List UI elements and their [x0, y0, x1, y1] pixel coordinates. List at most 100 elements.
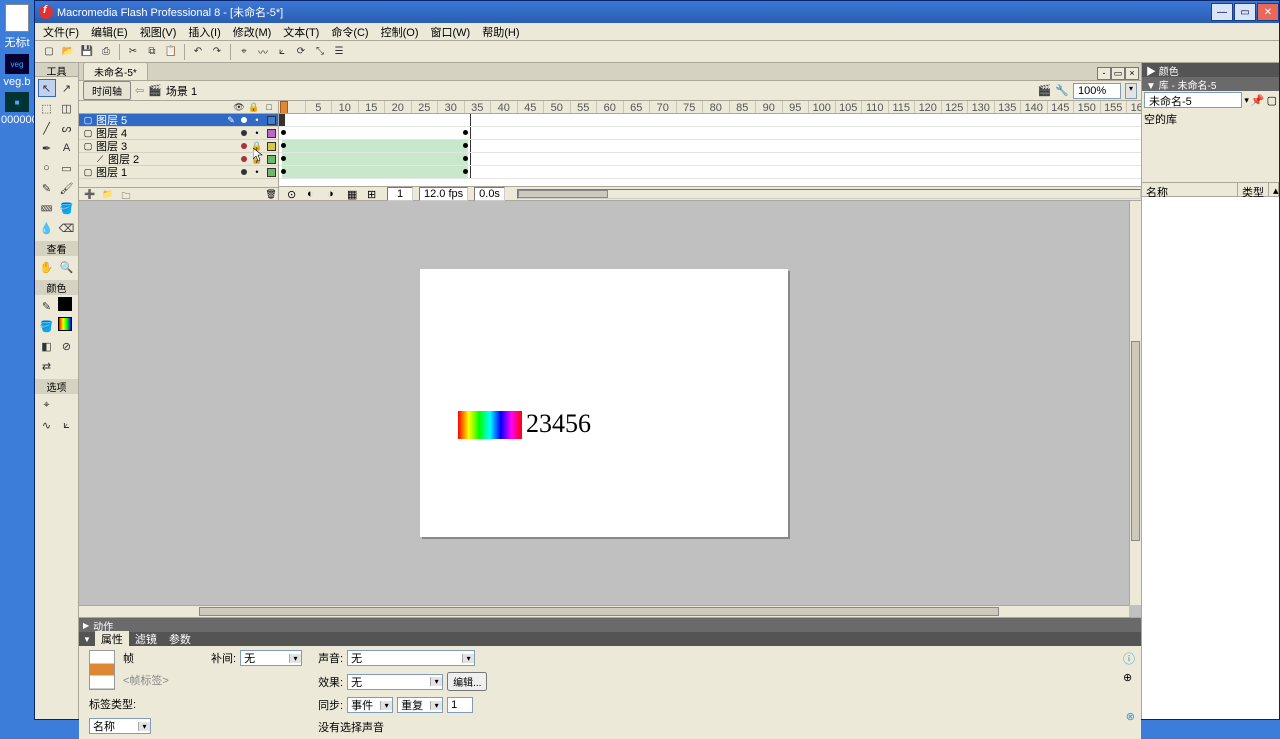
hand-tool[interactable]: ✋	[38, 258, 56, 276]
desktop-file-icon[interactable]: 无标t	[1, 4, 33, 50]
print-button[interactable]: ⎙	[98, 44, 114, 60]
playhead[interactable]	[280, 101, 288, 114]
zoom-combo[interactable]: 100%	[1073, 83, 1121, 99]
tag-type-combo[interactable]: 名称▾	[89, 718, 151, 734]
scale-button[interactable]: ⤡	[312, 44, 328, 60]
track-2[interactable]	[279, 140, 1141, 153]
menu-commands[interactable]: 命令(C)	[327, 23, 372, 41]
zoom-dropdown[interactable]: ▾	[1125, 83, 1137, 99]
pen-tool[interactable]: ✒	[38, 139, 56, 157]
rotate-button[interactable]: ⟳	[293, 44, 309, 60]
snap-option[interactable]: ⌖	[38, 396, 56, 414]
sync-combo[interactable]: 事件▾	[347, 697, 393, 713]
add-guide-button[interactable]: 📁	[101, 189, 115, 200]
library-col-type[interactable]: 类型	[1238, 183, 1269, 196]
desktop-thumb-icon[interactable]: vegveg.b	[1, 54, 33, 88]
menu-insert[interactable]: 插入(I)	[184, 23, 224, 41]
zoom-tool[interactable]: 🔍	[58, 258, 76, 276]
save-button[interactable]: 💾	[79, 44, 95, 60]
edit-symbol-icon[interactable]: 🔧	[1055, 84, 1069, 97]
menu-help[interactable]: 帮助(H)	[478, 23, 523, 41]
effect-combo[interactable]: 无▾	[347, 674, 443, 690]
modify-markers-button[interactable]: ⊞	[367, 188, 381, 200]
titlebar[interactable]: Macromedia Flash Professional 8 - [未命名-5…	[35, 1, 1279, 23]
pencil-tool[interactable]: ✎	[38, 179, 56, 197]
onion-skin-button[interactable]: ◐	[307, 188, 321, 200]
rainbow-rectangle[interactable]	[458, 411, 522, 439]
sound-combo[interactable]: 无▾	[347, 650, 475, 666]
new-button[interactable]: ▢	[41, 44, 57, 60]
help-icon[interactable]: ⓘ	[1123, 650, 1135, 667]
paste-button[interactable]: 📋	[163, 44, 179, 60]
eyedropper-tool[interactable]: 💧	[38, 219, 56, 237]
paint-bucket-tool[interactable]: 🪣	[58, 199, 76, 217]
default-colors-button[interactable]: ◧	[38, 337, 56, 355]
onion-outline-button[interactable]: ◑	[327, 188, 341, 200]
insert-layer-button[interactable]: ➕	[83, 189, 97, 200]
menu-edit[interactable]: 编辑(E)	[87, 23, 132, 41]
rectangle-tool[interactable]: ▭	[58, 159, 76, 177]
menu-view[interactable]: 视图(V)	[136, 23, 181, 41]
menu-file[interactable]: 文件(F)	[39, 23, 83, 41]
selection-tool[interactable]: ↖	[38, 79, 56, 97]
undo-button[interactable]: ↶	[190, 44, 206, 60]
timeline-ruler[interactable]: 5101520253035404550556065707580859095100…	[279, 101, 1141, 114]
lasso-tool[interactable]: ᔕ	[58, 119, 76, 137]
library-doc-combo[interactable]: 未命名-5	[1144, 92, 1242, 108]
copy-button[interactable]: ⧉	[144, 44, 160, 60]
redo-button[interactable]: ↷	[209, 44, 225, 60]
stage[interactable]: 23456	[420, 269, 788, 537]
no-color-button[interactable]: ⊘	[58, 337, 76, 355]
track-1[interactable]	[279, 127, 1141, 140]
fill-color-swatch[interactable]	[58, 317, 72, 331]
repeat-count-input[interactable]: 1	[447, 697, 473, 713]
center-frame-button[interactable]: ⊙	[287, 188, 301, 200]
document-tab[interactable]: 未命名-5*	[83, 62, 148, 80]
effect-edit-button[interactable]: 编辑...	[447, 672, 487, 691]
timeline-toggle-button[interactable]: 时间轴	[83, 81, 131, 100]
option-2[interactable]	[58, 396, 76, 414]
tab-filters[interactable]: 滤镜	[129, 631, 163, 647]
oval-tool[interactable]: ○	[38, 159, 56, 177]
track-0[interactable]	[279, 114, 1141, 127]
gradient-transform-tool[interactable]: ◫	[58, 99, 76, 117]
swap-colors-button[interactable]: ⇄	[38, 357, 56, 375]
align-button[interactable]: ☰	[331, 44, 347, 60]
close-button[interactable]: ✕	[1257, 3, 1279, 21]
stage-hscroll[interactable]	[79, 605, 1129, 617]
snap-button[interactable]: ⌖	[236, 44, 252, 60]
tab-properties[interactable]: 属性	[95, 631, 129, 647]
tween-combo[interactable]: 无▾	[240, 650, 302, 666]
new-library-icon[interactable]: ▢	[1267, 94, 1277, 107]
desktop-thumb2-icon[interactable]: ■000000	[1, 92, 33, 126]
smooth-button[interactable]: 〰	[255, 44, 271, 60]
expand-icon[interactable]: ⊕	[1123, 671, 1135, 684]
menu-text[interactable]: 文本(T)	[279, 23, 323, 41]
actions-panel-header[interactable]: ▶▶ 动作动作	[79, 618, 1141, 632]
straighten-option[interactable]: ⟀	[58, 416, 76, 434]
eraser-tool[interactable]: ⌫	[58, 219, 76, 237]
doc-minimize[interactable]: -	[1097, 67, 1111, 80]
pin-library-icon[interactable]: 📌	[1251, 94, 1265, 107]
layer-row-4[interactable]: ▢图层 1•	[79, 166, 278, 179]
cut-button[interactable]: ✂	[125, 44, 141, 60]
maximize-button[interactable]: ▭	[1234, 3, 1256, 21]
close-panel-icon[interactable]: ⊗	[1126, 711, 1135, 723]
tab-parameters[interactable]: 参数	[163, 631, 197, 647]
smooth-option[interactable]: ∿	[38, 416, 56, 434]
lock-icon[interactable]: 🔒	[249, 102, 259, 112]
edit-scene-icon[interactable]: 🎬	[1038, 84, 1052, 97]
library-panel-header[interactable]: ▼ 库 - 未命名-5	[1142, 77, 1279, 91]
stroke-color-swatch[interactable]	[58, 297, 72, 311]
repeat-combo[interactable]: 重复▾	[397, 697, 443, 713]
library-list[interactable]	[1142, 197, 1279, 719]
minimize-button[interactable]: —	[1211, 3, 1233, 21]
scene-label[interactable]: 场景 1	[166, 83, 197, 99]
straighten-button[interactable]: ⟀	[274, 44, 290, 60]
color-panel-header[interactable]: ▶ 颜色	[1142, 63, 1279, 77]
library-col-name[interactable]: 名称	[1142, 183, 1238, 196]
stage-vscroll[interactable]	[1129, 201, 1141, 605]
subselection-tool[interactable]: ↗	[58, 79, 76, 97]
doc-restore[interactable]: ▭	[1111, 67, 1125, 80]
edit-multiple-button[interactable]: ▦	[347, 188, 361, 200]
